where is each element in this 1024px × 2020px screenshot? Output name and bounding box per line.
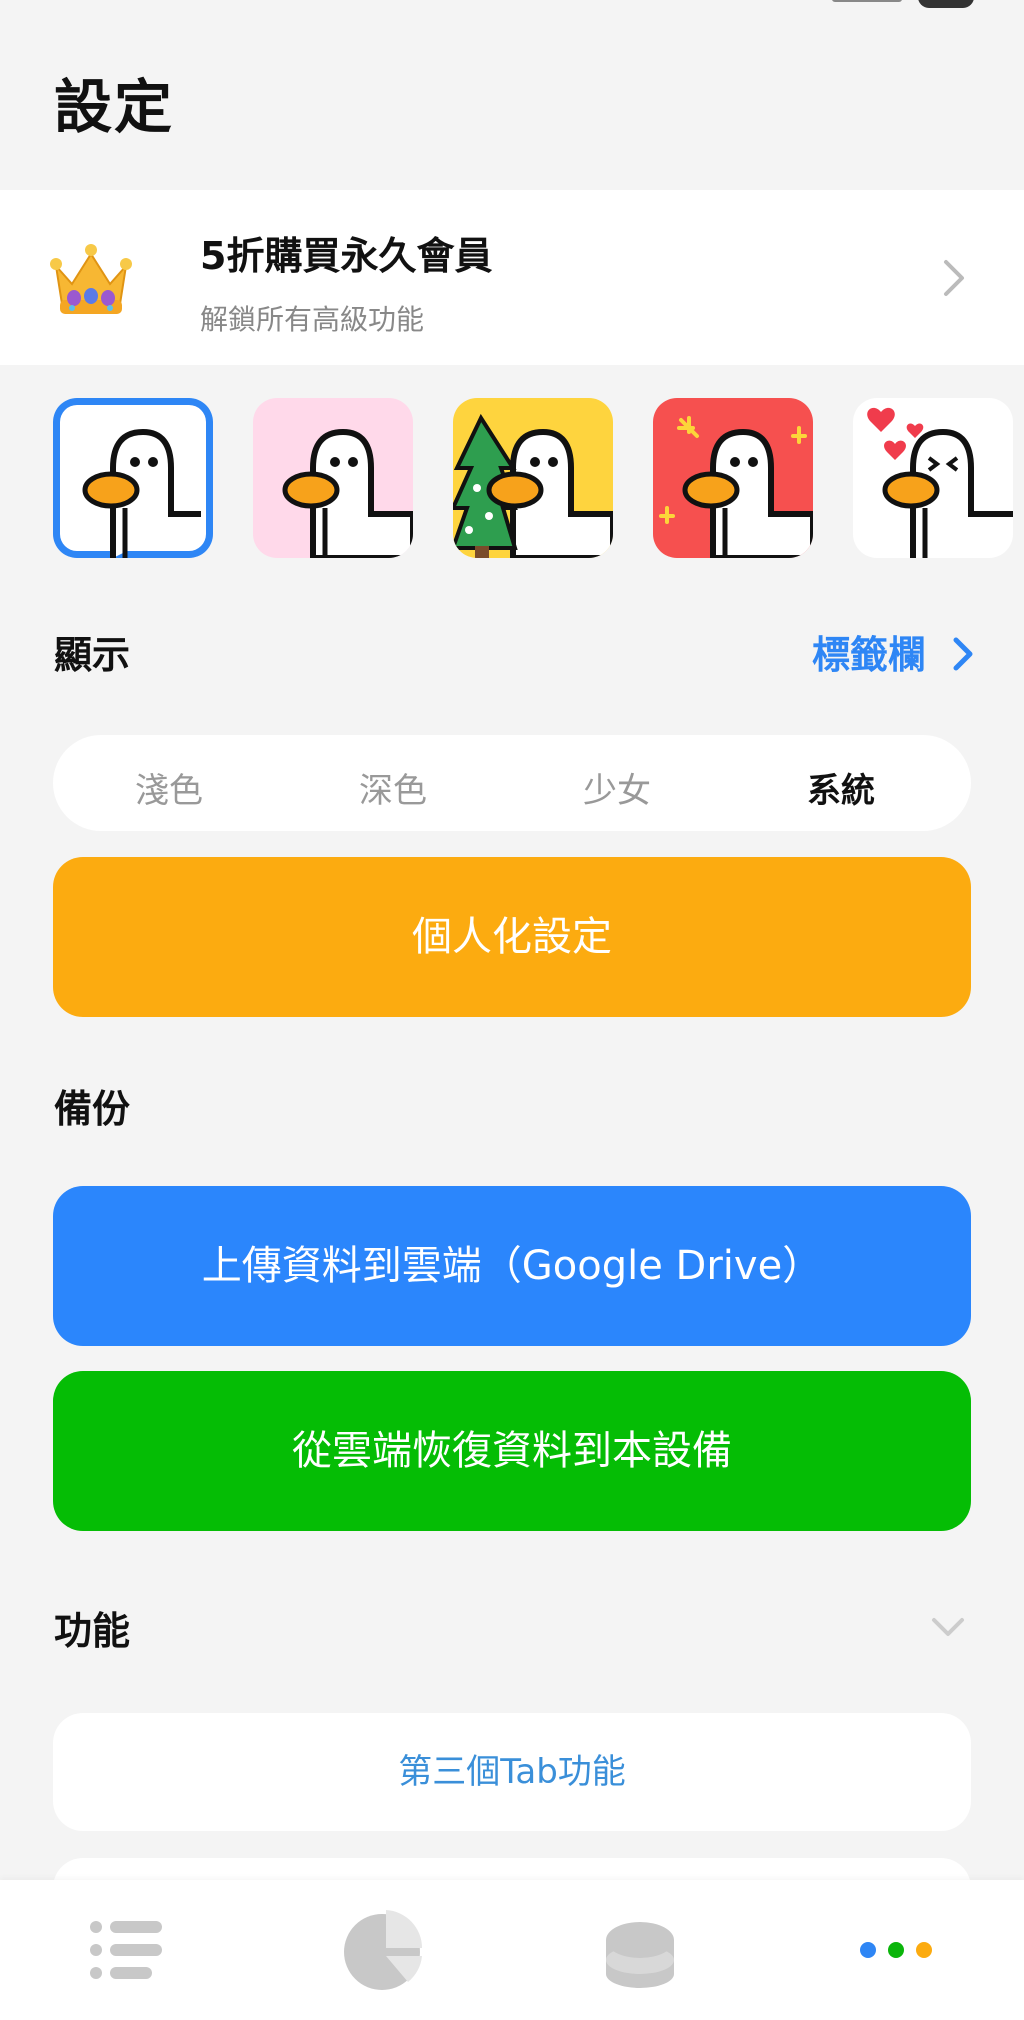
- app-icon-selector: [0, 398, 1024, 560]
- tab-bar-settings-link[interactable]: 標籤欄: [812, 624, 974, 679]
- coin-stack-icon: [606, 1922, 674, 1988]
- nav-item-stats[interactable]: [322, 1900, 442, 2000]
- nav-item-more[interactable]: [838, 1900, 958, 2000]
- premium-promo-banner[interactable]: 5折購買永久會員 解鎖所有高級功能: [0, 190, 1024, 365]
- duck-icon: [282, 428, 413, 558]
- promo-title: 5折購買永久會員: [200, 234, 493, 278]
- battery-icon: [918, 0, 974, 8]
- crown-icon: [50, 244, 132, 314]
- status-time: [56, 0, 206, 6]
- duck-icon-option-christmas[interactable]: [453, 398, 613, 558]
- theme-selector: 淺色 深色 少女 系統: [53, 735, 971, 831]
- duck-icon-option-red[interactable]: [653, 398, 813, 558]
- status-bar: [0, 0, 1024, 24]
- signal-icon: [832, 0, 902, 2]
- third-tab-feature-item[interactable]: 第三個Tab功能: [53, 1713, 971, 1831]
- pie-chart-icon: [344, 1910, 423, 1990]
- duck-icon-option-white[interactable]: [53, 398, 213, 558]
- nav-item-assets[interactable]: [580, 1900, 700, 2000]
- theme-option-dark[interactable]: 深色: [313, 763, 473, 812]
- theme-option-light[interactable]: 淺色: [89, 763, 249, 812]
- page-title: 設定: [54, 73, 175, 141]
- chevron-right-icon: [953, 637, 973, 671]
- chevron-right-icon: [944, 260, 964, 296]
- backup-section-label: 備份: [54, 1087, 131, 1131]
- duck-icon: [82, 428, 201, 558]
- bottom-nav: [0, 1880, 1024, 2020]
- tab-bar-link-label: 標籤欄: [811, 633, 926, 677]
- chevron-down-icon[interactable]: [928, 1612, 968, 1642]
- personalize-button[interactable]: 個人化設定: [53, 857, 971, 1017]
- promo-subtitle: 解鎖所有高級功能: [200, 303, 425, 336]
- upload-to-cloud-button[interactable]: 上傳資料到雲端（Google Drive）: [53, 1186, 971, 1346]
- duck-icon-option-hearts[interactable]: [853, 398, 1013, 558]
- display-section-label: 顯示: [54, 633, 131, 677]
- status-indicators: [832, 0, 974, 8]
- duck-icon: [867, 407, 1013, 558]
- theme-option-system[interactable]: 系統: [761, 763, 921, 812]
- restore-from-cloud-button[interactable]: 從雲端恢復資料到本設備: [53, 1371, 971, 1531]
- duck-icon: [453, 413, 613, 558]
- duck-icon-option-pink[interactable]: [253, 398, 413, 558]
- features-section-label: 功能: [54, 1609, 131, 1653]
- more-dots-icon: [860, 1942, 932, 1958]
- list-icon: [90, 1921, 162, 1979]
- theme-option-girl[interactable]: 少女: [537, 763, 697, 812]
- nav-item-list[interactable]: [66, 1900, 186, 2000]
- duck-icon: [659, 416, 813, 558]
